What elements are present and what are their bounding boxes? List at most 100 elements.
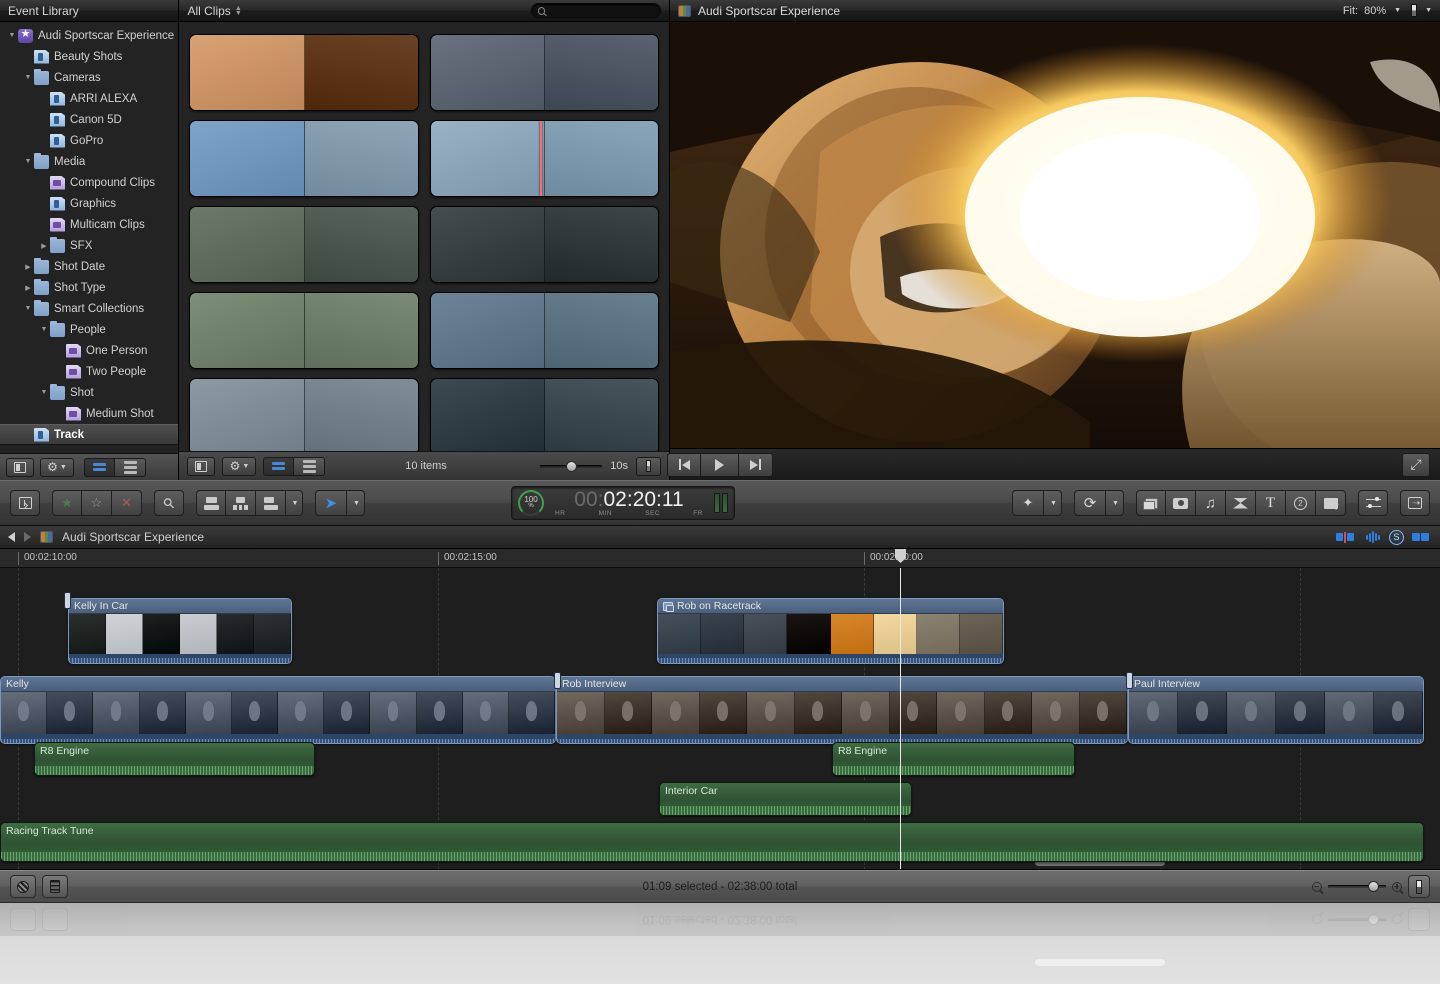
sidebar-item-media[interactable]: Media <box>0 151 178 172</box>
clip-selection-handle[interactable] <box>1126 672 1133 689</box>
inspector-button[interactable] <box>1358 490 1388 516</box>
sidebar-item-shot-type[interactable]: Shot Type <box>0 277 178 298</box>
clip-filter-dropdown[interactable]: All Clips ▲ ▼ <box>187 4 241 18</box>
clip-selection-handle[interactable] <box>554 672 561 689</box>
timeline-connected-clip[interactable]: Rob on Racetrack <box>657 598 1004 664</box>
disclosure-triangle-icon[interactable] <box>38 326 50 333</box>
search-field[interactable] <box>531 3 661 18</box>
filmstrip-clip-highway-1[interactable] <box>189 378 419 451</box>
sidebar-item-smart-collections[interactable]: Smart Collections <box>0 298 178 319</box>
audio-meter[interactable] <box>714 493 728 513</box>
filmstrip-clip-cornering-2[interactable] <box>429 292 659 369</box>
clip-duration-slider[interactable] <box>540 460 603 472</box>
go-to-start-button[interactable] <box>667 452 701 477</box>
filmstrip-clip-car-door[interactable] <box>429 34 659 111</box>
fullscreen-button[interactable]: ⤢ <box>1402 452 1430 477</box>
viewer-zoom-group[interactable]: Fit: 80% ▼ ▼ <box>1343 4 1432 17</box>
retime-group[interactable]: ⟳ ▼ <box>1074 490 1124 516</box>
sidebar-item-cameras[interactable]: Cameras <box>0 67 178 88</box>
zoom-to-fit-button[interactable] <box>1408 875 1430 898</box>
timeline-playhead[interactable] <box>895 549 906 869</box>
generators-browser-button[interactable]: 2 <box>1286 490 1316 516</box>
enhancements-button[interactable]: ✦ <box>1012 490 1044 516</box>
list-view-button[interactable] <box>115 457 146 477</box>
transport-controls[interactable] <box>667 452 773 477</box>
timeline-zoom-controls[interactable] <box>1312 875 1430 898</box>
chevron-down-icon[interactable]: ▼ <box>1394 7 1401 14</box>
disclosure-triangle-icon[interactable] <box>22 74 34 81</box>
share-group[interactable]: ➝ <box>1400 490 1430 516</box>
clip-selection-handle[interactable] <box>64 592 71 609</box>
timeline-canvas[interactable]: Kelly In Car Rob on Racetrack Kelly Rob Int… <box>0 549 1440 869</box>
edit-options-chevron[interactable]: ▼ <box>286 490 303 516</box>
timeline-audio-clip[interactable]: Racing Track Tune <box>0 822 1424 862</box>
import-media-button[interactable] <box>10 490 40 516</box>
sidebar-item-graphics[interactable]: Graphics <box>0 193 178 214</box>
sidebar-item-multicam-clips[interactable]: Multicam Clips <box>0 214 178 235</box>
sidebar-item-medium-shot[interactable]: Medium Shot <box>0 403 178 424</box>
disclosure-triangle-icon[interactable] <box>22 263 34 271</box>
sidebar-item-audi-sportscar-experience[interactable]: Audi Sportscar Experience <box>0 25 178 46</box>
sidebar-toggle-group[interactable] <box>6 457 34 477</box>
tool-selector-button[interactable]: ➤ <box>315 490 347 516</box>
snapping-indicator[interactable] <box>1408 530 1432 545</box>
insert-clip-button[interactable] <box>226 490 256 516</box>
filmstrip-clip-helmet-driver[interactable] <box>429 206 659 283</box>
chevron-down-icon[interactable]: ▼ <box>1425 7 1432 14</box>
timeline-audio-clip[interactable]: Interior Car <box>659 782 912 816</box>
view-mode-group[interactable] <box>84 457 146 477</box>
timecode-display[interactable]: 100 % 00:02:20:11 HR MIN SEC FR <box>511 486 735 520</box>
media-browsers-group[interactable]: ♫ T 2 T <box>1136 490 1346 516</box>
effects-browser-button[interactable] <box>10 875 36 898</box>
enhance-chevron[interactable]: ▼ <box>1044 490 1062 516</box>
timeline-storyline-clip[interactable]: Kelly <box>0 676 556 744</box>
connect-clip-button[interactable] <box>196 490 226 516</box>
viewer-canvas[interactable] <box>670 22 1440 448</box>
sidebar-item-people[interactable]: People <box>0 319 178 340</box>
timeline-storyline-clip[interactable]: Paul Interview <box>1128 676 1424 744</box>
timeline-ruler[interactable]: 00:02:10:00 00:02:15:00 00:02:20:00 <box>0 549 1440 568</box>
filmstrip-clip-highway-2[interactable] <box>429 378 659 451</box>
sidebar-item-two-people[interactable]: Two People <box>0 361 178 382</box>
timeline-audio-clip[interactable]: R8 Engine <box>34 742 315 776</box>
search-input[interactable] <box>549 5 654 16</box>
timeline-index-button[interactable] <box>42 875 68 898</box>
disclosure-triangle-icon[interactable] <box>22 158 34 165</box>
disclosure-triangle-icon[interactable] <box>38 389 50 396</box>
clip-appearance-indicator[interactable] <box>1333 530 1357 545</box>
timeline-zoom-slider[interactable] <box>1328 881 1386 892</box>
rating-group[interactable]: ★ ☆ ✕ <box>52 490 142 516</box>
retime-button[interactable]: ⟳ <box>1074 490 1106 516</box>
action-menu-group[interactable]: ⚙ ▼ <box>40 457 74 477</box>
edit-group[interactable]: ▼ <box>196 490 303 516</box>
sidebar-item-arri-alexa[interactable]: ARRI ALEXA <box>0 88 178 109</box>
solo-indicator[interactable]: S <box>1389 529 1404 545</box>
filmstrip-clip-track-drive-2[interactable] <box>429 120 659 197</box>
next-timeline-button[interactable] <box>24 532 31 542</box>
reject-button[interactable]: ✕ <box>112 490 142 516</box>
keyword-group[interactable]: ⚲ <box>154 490 184 516</box>
tool-group[interactable]: ➤ ▼ <box>315 490 365 516</box>
camera-button[interactable] <box>1166 490 1196 516</box>
timeline-audio-clip[interactable]: R8 Engine <box>832 742 1075 776</box>
filmstrip-clip-track-drive-1[interactable] <box>189 120 419 197</box>
zoom-out-icon[interactable] <box>1312 881 1322 892</box>
disclosure-triangle-icon[interactable] <box>22 284 34 292</box>
gear-icon[interactable]: ⚙ ▼ <box>40 457 74 477</box>
share-button[interactable]: ➝ <box>1400 490 1430 516</box>
import-group[interactable] <box>10 490 40 516</box>
append-clip-button[interactable] <box>256 490 286 516</box>
zoom-in-icon[interactable] <box>1392 881 1402 892</box>
disclosure-triangle-icon[interactable] <box>6 32 18 39</box>
disclosure-triangle-icon[interactable] <box>22 305 34 312</box>
sidebar-item-track[interactable]: Track <box>0 424 179 445</box>
timeline-storyline-clip[interactable]: Rob Interview <box>556 676 1128 744</box>
themes-browser-button[interactable]: T <box>1316 490 1346 516</box>
transitions-browser-button[interactable] <box>1226 490 1256 516</box>
music-browser-button[interactable]: ♫ <box>1196 490 1226 516</box>
filmstrip-clip-cornering-1[interactable] <box>189 292 419 369</box>
titles-browser-button[interactable]: T <box>1256 490 1286 516</box>
audio-skimming-indicator[interactable] <box>1361 530 1385 545</box>
favorite-button[interactable]: ★ <box>52 490 82 516</box>
sidebar-item-shot[interactable]: Shot <box>0 382 178 403</box>
